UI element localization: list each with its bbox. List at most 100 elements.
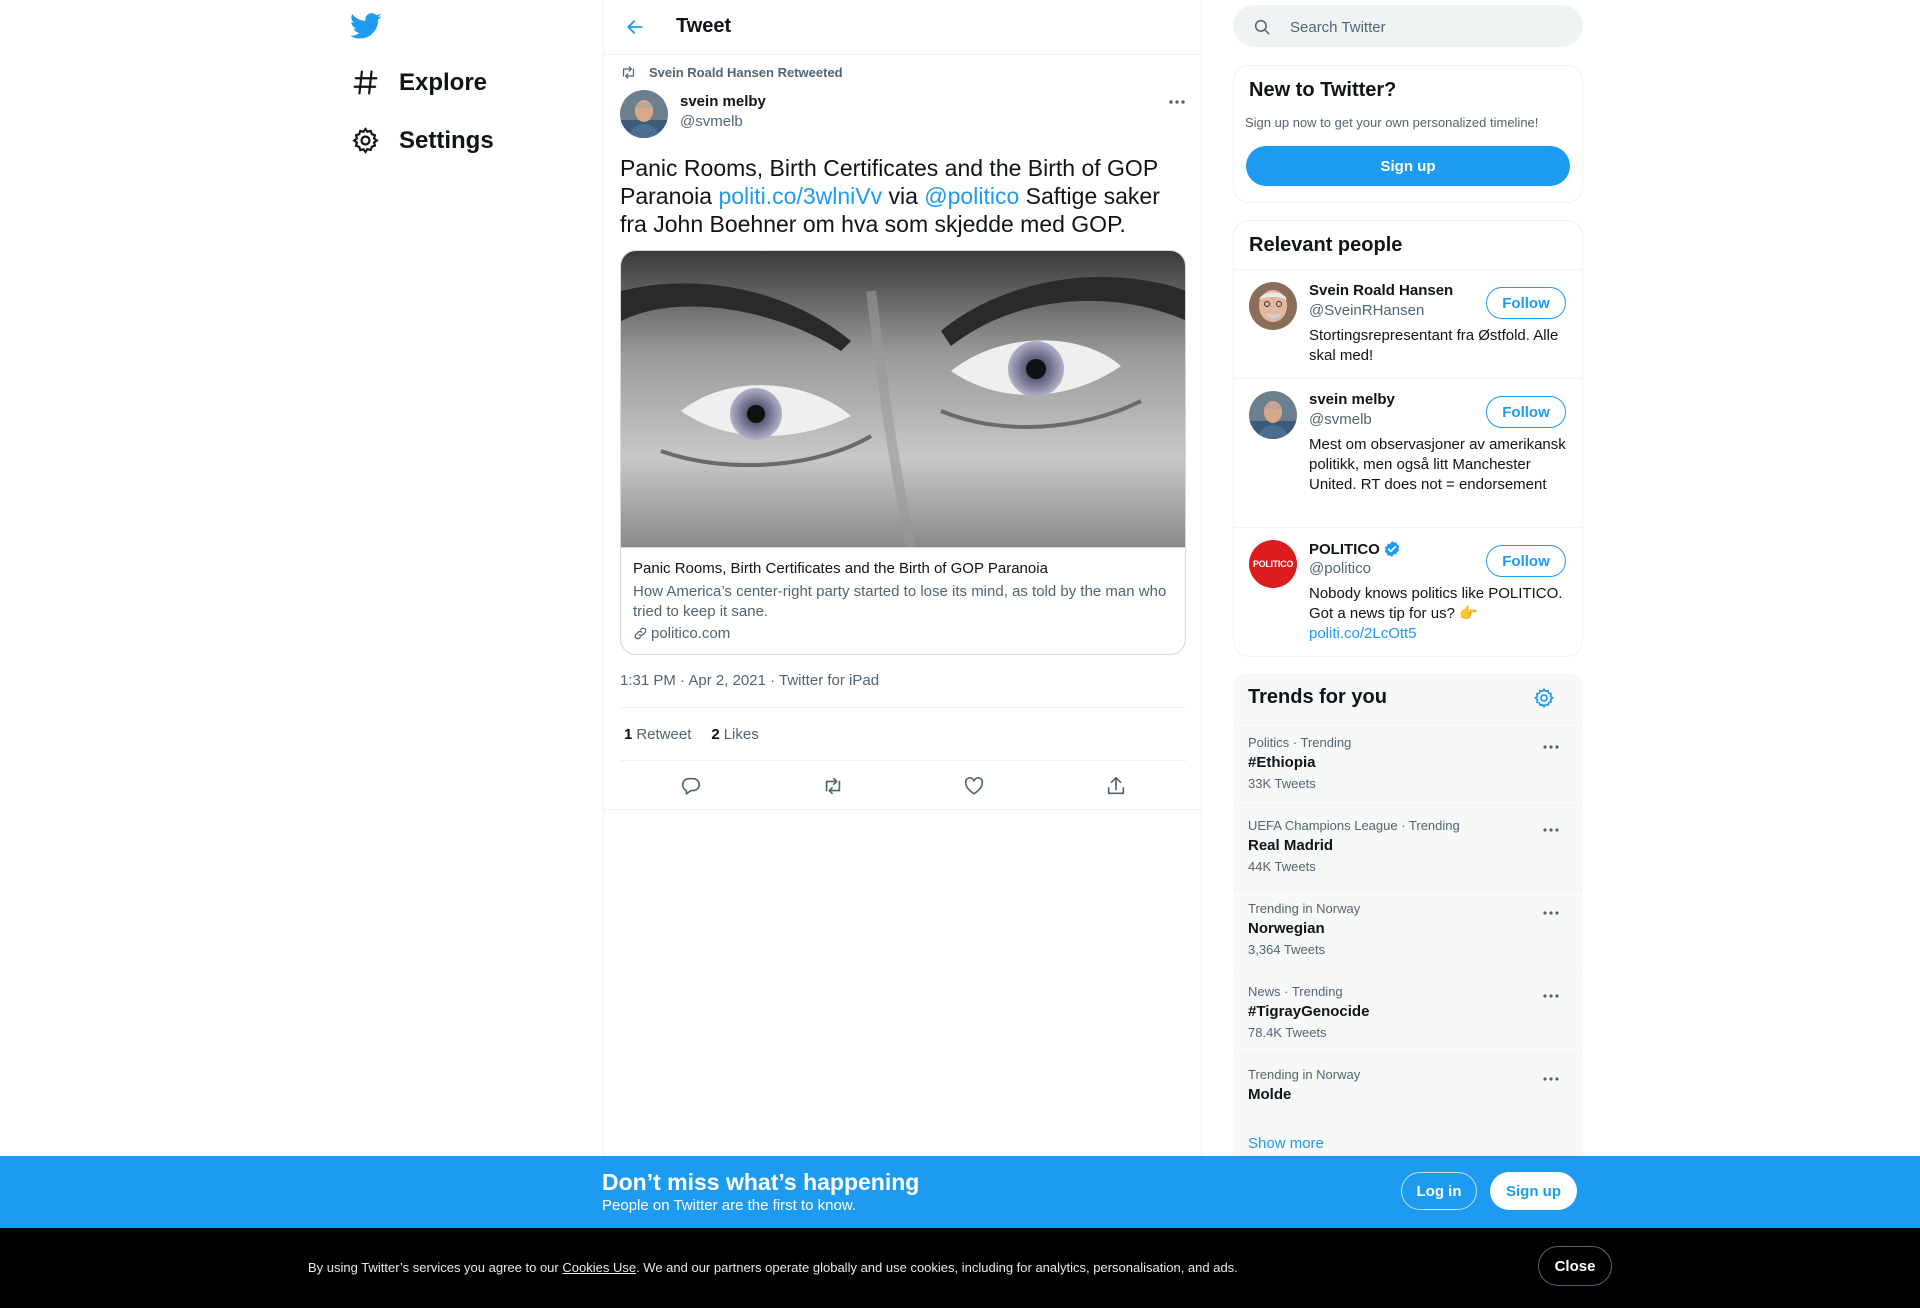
tweet-text: Panic Rooms, Birth Certificates and the … [620,154,1180,238]
trend-more-button[interactable] [1539,737,1563,757]
trends-settings-button[interactable] [1533,687,1557,711]
person-name-text: Svein Roald Hansen [1309,282,1454,299]
retweets-label: Retweet [636,726,692,743]
retweet-icon [825,777,840,795]
signup-banner: Don’t miss what’s happening People on Tw… [0,1156,1920,1228]
person-handle[interactable]: @politico [1309,560,1371,577]
login-button[interactable]: Log in [1401,1172,1477,1210]
person-bio: Nobody knows politics like POLITICO. Got… [1309,584,1569,644]
tweet-source[interactable]: Twitter for iPad [779,672,879,689]
follow-button[interactable]: Follow [1486,287,1566,319]
banner-title: Don’t miss what’s happening [602,1169,920,1195]
arrow-left-icon [627,20,643,34]
trend-count: 3,364 Tweets [1248,942,1326,957]
trend-more-button[interactable] [1539,903,1563,923]
author-name[interactable]: svein melby [680,93,766,110]
person-item[interactable]: svein melby @svmelb Mest om observasjone… [1234,378,1582,527]
trend-context: Trending in Norway [1248,901,1361,916]
cookie-text-after: . We and our partners operate globally a… [636,1260,1238,1275]
trend-more-button[interactable] [1539,820,1563,840]
banner-signup-button[interactable]: Sign up [1490,1172,1577,1210]
tweet-link[interactable]: politi.co/3wlniVv [718,183,882,209]
link-card[interactable]: Panic Rooms, Birth Certificates and the … [620,250,1186,655]
trend-name: #TigrayGenocide [1248,1003,1370,1020]
trend-item[interactable]: Trending in Norway Molde [1233,1054,1583,1138]
trend-context: Trending in Norway [1248,1067,1361,1082]
person-name[interactable]: svein melby [1309,391,1395,408]
person-handle[interactable]: @SveinRHansen [1309,302,1424,319]
nav-settings[interactable]: Settings [351,126,494,155]
divider [620,760,1187,761]
trend-count: 78.4K Tweets [1248,1025,1327,1040]
cookies-use-link[interactable]: Cookies Use [562,1260,636,1275]
more-dots-icon [1543,1077,1559,1081]
card-image [621,251,1185,548]
card-domain-text: politico.com [651,625,731,642]
trend-name: Molde [1248,1086,1292,1103]
gear-icon [1533,687,1555,709]
retweet-icon [622,66,635,79]
retweet-context[interactable]: Svein Roald Hansen Retweeted [620,64,843,81]
reply-button[interactable] [672,770,710,802]
retweets-stat[interactable]: 1 Retweet [624,726,691,743]
new-to-twitter-panel: New to Twitter? Sign up now to get your … [1233,65,1583,203]
search-box[interactable] [1233,5,1583,49]
person-item[interactable]: Svein Roald Hansen @SveinRHansen Stortin… [1234,269,1582,378]
trend-item[interactable]: News · Trending #TigrayGenocide 78.4K Tw… [1233,971,1583,1055]
person-handle[interactable]: @svmelb [1309,411,1372,428]
author-avatar[interactable] [620,90,668,138]
likes-label: Likes [723,726,759,743]
trends-title: Trends for you [1248,686,1387,708]
trend-more-button[interactable] [1539,1069,1563,1089]
new-to-twitter-subtitle: Sign up now to get your own personalized… [1245,115,1539,130]
nav-explore[interactable]: Explore [351,68,487,97]
tweet-time[interactable]: 1:31 PM [620,672,676,689]
tweet-date[interactable]: Apr 2, 2021 [688,672,766,689]
trend-item[interactable]: Politics · Trending #Ethiopia 33K Tweets [1233,722,1583,806]
person-name[interactable]: POLITICO [1309,540,1401,558]
show-more-link[interactable]: Show more [1248,1135,1324,1152]
back-button[interactable] [620,12,650,42]
avatar[interactable] [1249,282,1297,330]
retweets-count: 1 [624,726,633,743]
person-bio: Mest om observasjoner av amerikansk poli… [1309,436,1566,493]
divider [620,707,1187,708]
likes-stat[interactable]: 2 Likes [711,726,758,743]
share-button[interactable] [1097,770,1135,802]
trend-item[interactable]: UEFA Champions League · Trending Real Ma… [1233,805,1583,889]
tweet-column: Tweet Svein Roald Hansen Retweeted svein… [603,0,1203,1308]
retweet-button[interactable] [814,770,852,802]
person-name-text: POLITICO [1309,540,1380,558]
trend-context: UEFA Champions League · Trending [1248,818,1460,833]
person-bio-link[interactable]: politi.co/2LcOtt5 [1309,625,1417,642]
author-handle[interactable]: @svmelb [680,113,743,130]
tweet-text-part: via [882,183,925,209]
verified-badge-icon [1384,541,1399,557]
link-icon [634,627,647,640]
trend-item[interactable]: Trending in Norway Norwegian 3,364 Tweet… [1233,888,1583,972]
politico-logo[interactable]: POLITICO [1249,540,1297,588]
more-dots-icon [1543,911,1559,915]
follow-button[interactable]: Follow [1486,396,1566,428]
person-name[interactable]: Svein Roald Hansen [1309,282,1453,299]
search-input[interactable] [1288,5,1572,49]
twitter-bird-icon[interactable] [350,10,382,42]
banner-subtitle: People on Twitter are the first to know. [602,1197,857,1214]
tweet-mention[interactable]: @politico [924,183,1019,209]
signup-button[interactable]: Sign up [1246,146,1570,186]
more-dots-icon [1543,828,1559,832]
avatar[interactable] [1249,391,1297,439]
more-options-button[interactable] [1164,92,1190,112]
relevant-people-panel: Relevant people Svein Roald Hansen @Svei… [1233,220,1583,657]
person-item[interactable]: POLITICO POLITICO @politico Nobody knows… [1234,527,1582,656]
cookie-close-button[interactable]: Close [1538,1246,1612,1286]
person-bio-text: Nobody knows politics like POLITICO. Got… [1309,585,1563,622]
trend-more-button[interactable] [1539,986,1563,1006]
cookie-banner: By using Twitter’s services you agree to… [0,1228,1920,1308]
follow-button[interactable]: Follow [1486,545,1566,577]
nav-explore-label: Explore [399,68,488,96]
like-button[interactable] [955,770,993,802]
politico-logo-text: POLITICO [1252,559,1294,569]
gear-icon [351,126,380,155]
new-to-twitter-title: New to Twitter? [1249,79,1397,101]
